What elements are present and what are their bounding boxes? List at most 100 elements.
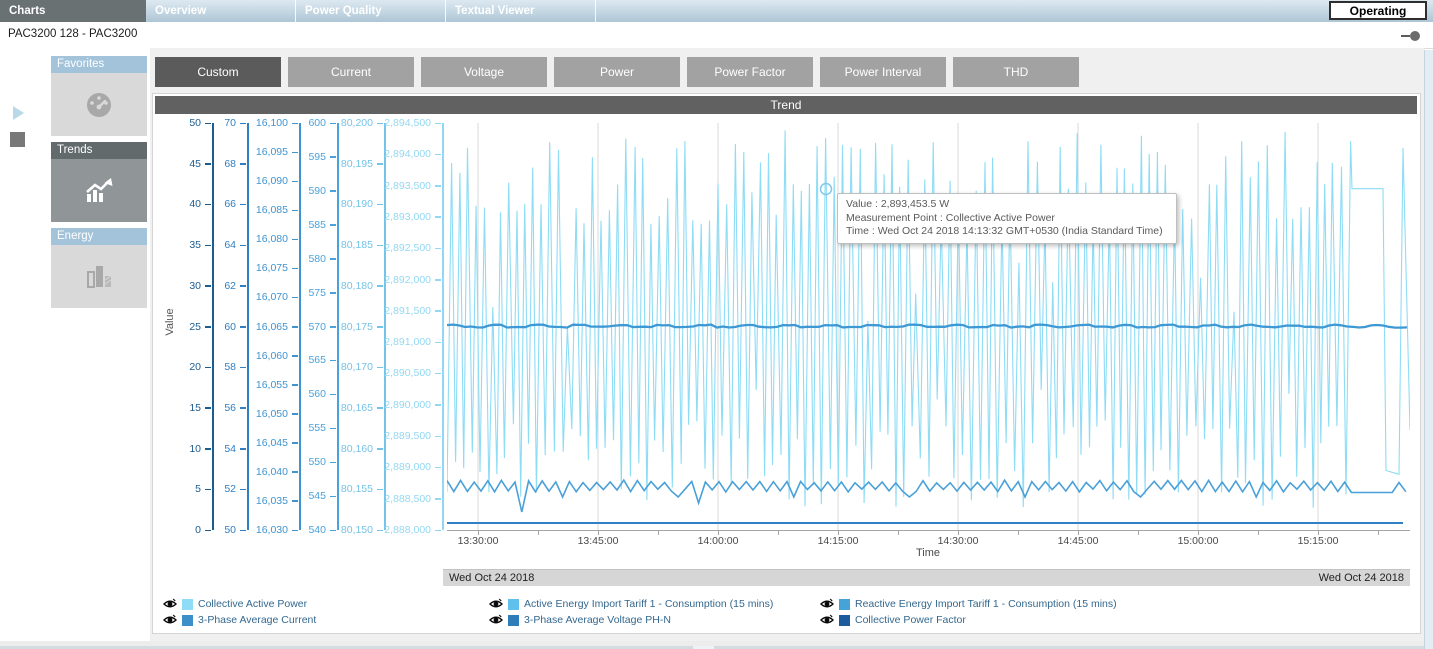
axis-tick: [292, 181, 298, 183]
date-range-bar[interactable]: Wed Oct 24 2018 Wed Oct 24 2018: [443, 569, 1410, 586]
sidebar-item-trends[interactable]: Trends: [51, 142, 147, 222]
axis-tick: [240, 367, 246, 369]
legend-label: 3-Phase Average Voltage PH-N: [524, 614, 671, 626]
vertical-scrollbar[interactable]: [1424, 50, 1433, 649]
axis-tick: [330, 394, 336, 396]
tab-power-quality[interactable]: Power Quality: [296, 0, 446, 22]
time-tick-label: 14:00:00: [683, 535, 753, 547]
axis-tick: [435, 373, 441, 375]
visibility-eye-icon[interactable]: [489, 598, 503, 610]
axis-tick: [435, 216, 441, 218]
axis-tick: [435, 154, 441, 156]
axis-tick-label: 2,892,500: [367, 242, 431, 254]
axis-tick: [240, 163, 246, 165]
legend-item[interactable]: Reactive Energy Import Tariff 1 - Consum…: [820, 597, 1117, 611]
legend-color-swatch: [508, 615, 519, 626]
axis-tick-label: 2,888,000: [367, 524, 431, 536]
visibility-eye-icon[interactable]: [820, 598, 834, 610]
expand-arrow-icon[interactable]: [13, 106, 24, 120]
tooltip-value-line: Value : 2,893,453.5 W: [846, 198, 1168, 212]
legend-color-swatch: [182, 615, 193, 626]
legend-color-swatch: [182, 599, 193, 610]
time-tick-label: 14:30:00: [923, 535, 993, 547]
time-tick-label: 15:15:00: [1283, 535, 1353, 547]
tab-textual-viewer[interactable]: Textual Viewer: [446, 0, 596, 22]
legend-item[interactable]: Active Energy Import Tariff 1 - Consumpt…: [489, 597, 773, 611]
chart-tab-thd[interactable]: THD: [953, 57, 1079, 87]
collapse-square-icon[interactable]: [10, 132, 25, 147]
chart-tab-power-factor[interactable]: Power Factor: [687, 57, 813, 87]
chart-tab-power-interval[interactable]: Power Interval: [820, 57, 946, 87]
axis-tick-label: 560: [262, 388, 326, 400]
axis-tick: [292, 384, 298, 386]
pin-icon[interactable]: [1401, 29, 1421, 47]
visibility-eye-icon[interactable]: [489, 614, 503, 626]
axis-tick-label: 62: [172, 280, 236, 292]
chart-tab-power[interactable]: Power: [554, 57, 680, 87]
legend-label: Active Energy Import Tariff 1 - Consumpt…: [524, 598, 773, 610]
axis-tick-label: 550: [262, 456, 326, 468]
time-tick: [898, 531, 899, 535]
legend-color-swatch: [839, 615, 850, 626]
axis-tick-label: 80,195: [309, 158, 373, 170]
axis-tick: [377, 163, 383, 165]
axis-tick-label: 2,890,500: [367, 367, 431, 379]
axis-tick: [435, 123, 441, 125]
axis-tick-label: 16,050: [224, 408, 288, 420]
axis-tick: [330, 190, 336, 192]
axis-tick-label: 68: [172, 158, 236, 170]
legend-color-swatch: [508, 599, 519, 610]
time-tick: [778, 531, 779, 535]
sidebar-item-energy[interactable]: Energy: [51, 228, 147, 308]
time-tick: [1258, 531, 1259, 535]
app-window: Charts OverviewPower QualityTextual View…: [0, 0, 1433, 649]
legend-item[interactable]: 3-Phase Average Current: [163, 613, 316, 627]
tooltip-time-line: Time : Wed Oct 24 2018 14:13:32 GMT+0530…: [846, 225, 1168, 239]
legend-label: Reactive Energy Import Tariff 1 - Consum…: [855, 598, 1117, 610]
axis-tick-label: 80,160: [309, 443, 373, 455]
axis-tick: [330, 224, 336, 226]
axis-tick-label: 2,892,000: [367, 274, 431, 286]
legend-label: Collective Power Factor: [855, 614, 966, 626]
axis-tick-label: 80,165: [309, 402, 373, 414]
axis-tick-label: 80,155: [309, 483, 373, 495]
axis-tick: [330, 462, 336, 464]
time-tick: [658, 531, 659, 535]
time-tick-label: 14:45:00: [1043, 535, 1113, 547]
visibility-eye-icon[interactable]: [163, 598, 177, 610]
visibility-eye-icon[interactable]: [163, 614, 177, 626]
trend-plot[interactable]: [447, 123, 1410, 531]
tab-overview[interactable]: Overview: [146, 0, 296, 22]
time-tick-label: 13:30:00: [443, 535, 513, 547]
series-collective-active-power: [447, 130, 1410, 507]
axis-tick: [330, 292, 336, 294]
chart-tooltip: Value : 2,893,453.5 W Measurement Point …: [837, 193, 1177, 244]
operating-button[interactable]: Operating: [1329, 1, 1427, 20]
axis-tick-label: 80,170: [309, 361, 373, 373]
axis-tick-label: 2,893,000: [367, 211, 431, 223]
legend-item[interactable]: Collective Active Power: [163, 597, 307, 611]
tab-charts[interactable]: Charts: [0, 0, 146, 22]
time-tick: [1018, 531, 1019, 535]
time-tick: [1378, 531, 1379, 535]
axis-tick: [377, 204, 383, 206]
chart-tab-current[interactable]: Current: [288, 57, 414, 87]
axis-tick-label: 16,080: [224, 233, 288, 245]
axis-tick: [292, 268, 298, 270]
axis-tick: [292, 239, 298, 241]
axis-tick-label: 52: [172, 483, 236, 495]
axis-tick: [292, 442, 298, 444]
sidebar-item-favorites[interactable]: Favorites: [51, 56, 147, 136]
legend-item[interactable]: Collective Power Factor: [820, 613, 966, 627]
axis-tick: [435, 404, 441, 406]
axis-tick: [435, 530, 441, 532]
chart-tab-custom[interactable]: Custom: [155, 57, 281, 87]
axis-tick: [292, 413, 298, 415]
visibility-eye-icon[interactable]: [820, 614, 834, 626]
axis-tick-label: 80,180: [309, 280, 373, 292]
axis-tick-label: 555: [262, 422, 326, 434]
sidebar-item-label: Trends: [51, 142, 147, 159]
axis-tick: [435, 279, 441, 281]
chart-tab-voltage[interactable]: Voltage: [421, 57, 547, 87]
legend-item[interactable]: 3-Phase Average Voltage PH-N: [489, 613, 671, 627]
